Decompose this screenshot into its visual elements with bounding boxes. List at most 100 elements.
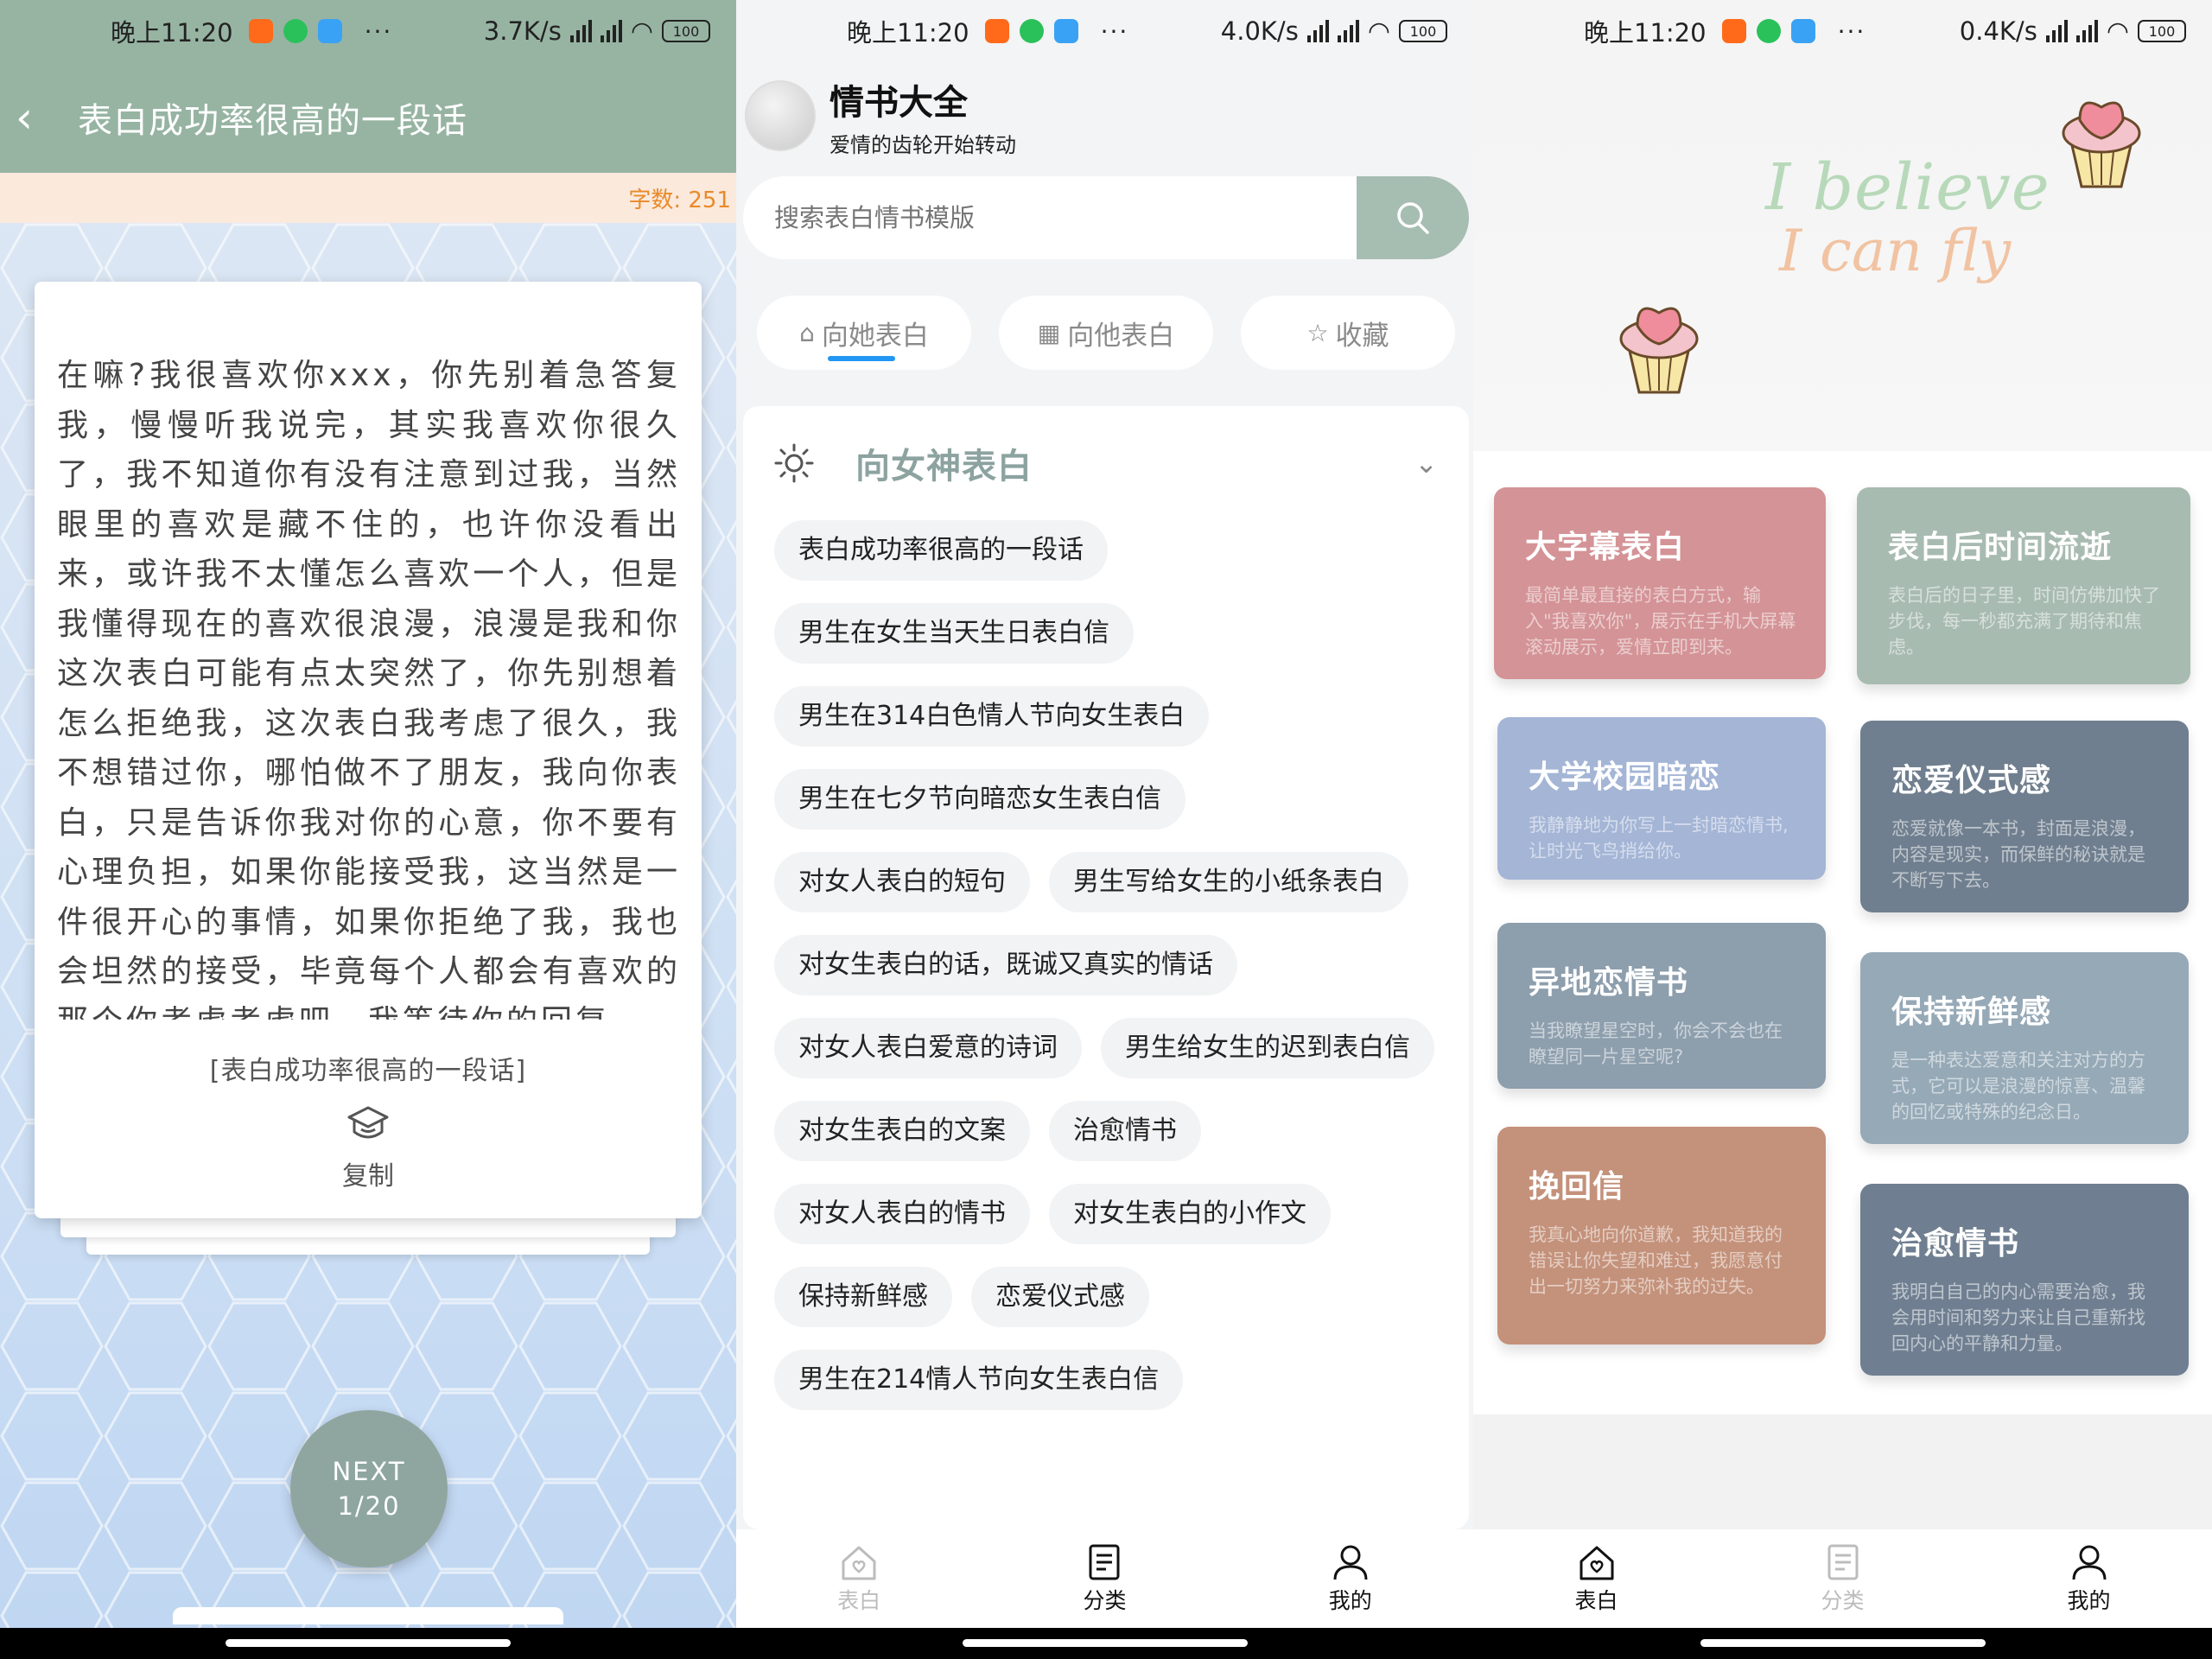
card-title: 表白后时间流逝: [1888, 530, 2113, 565]
app-notify-icon: [1790, 19, 1815, 43]
category-card[interactable]: 挽回信 我真心地向你道歉，我知道我的错误让你失望和难过，我愿意付出一切努力来弥补…: [1497, 1127, 1826, 1344]
wechat-icon: [1019, 19, 1044, 43]
category-card[interactable]: 恋爱仪式感 恋爱就像一本书，封面是浪漫，内容是现实，而保鲜的秘诀就是不断写下去。: [1860, 721, 2189, 912]
topic-chip[interactable]: 男生在七夕节向暗恋女生表白信: [774, 769, 1185, 830]
letter-card: 在嘛?我很喜欢你xxx，你先别着急答复我，慢慢听我说完，其实我喜欢你很久了，我不…: [35, 282, 702, 1218]
topic-chip[interactable]: 男生在214情人节向女生表白信: [774, 1350, 1184, 1410]
detail-screen: 晚上11:20 ··· 3.7K/s ◠ 100 ‹ 表白成功率很高的一段话 字…: [0, 0, 736, 1659]
category-card[interactable]: 表白后时间流逝 表白后的日子里，时间仿佛加快了步伐，每一秒都充满了期待和焦虑。: [1857, 487, 2190, 684]
search-bar: [743, 176, 1469, 259]
card-desc: 我静静地为你写上一封暗恋情书,让时光飞鸟捎给你。: [1529, 815, 1789, 861]
topic-chip[interactable]: 表白成功率很高的一段话: [774, 520, 1108, 581]
nav-mine[interactable]: 我的: [1264, 1542, 1437, 1615]
nav-label: 表白: [1574, 1588, 1618, 1613]
cupcake-icon: [1619, 307, 1699, 394]
bottom-nav: 表白 分类 我的: [736, 1529, 1473, 1628]
status-bar: 晚上11:20 ··· 4.0K/s ◠ 100: [736, 0, 1473, 62]
topic-chip[interactable]: 男生写给女生的小纸条表白: [1049, 852, 1408, 912]
home-icon: ⌂: [799, 318, 815, 347]
card-title: 治愈情书: [1891, 1226, 2020, 1262]
topic-chip[interactable]: 恋爱仪式感: [971, 1267, 1149, 1327]
app-title: 情书大全: [830, 82, 968, 123]
tab-favorites[interactable]: ☆ 收藏: [1241, 296, 1455, 370]
banner-text: I believe: [1765, 150, 2050, 225]
letter-caption: [表白成功率很高的一段话]: [209, 1056, 527, 1086]
signal-icon: [600, 20, 622, 42]
system-nav-bar: [0, 1628, 736, 1659]
card-desc: 我明白自己的内心需要治愈，我会用时间和努力来让自己重新找回内心的平静和力量。: [1891, 1281, 2145, 1354]
topic-chip[interactable]: 对女生表白的话，既诚又真实的情话: [774, 935, 1237, 995]
signal-icon: [1337, 20, 1359, 42]
topic-chip[interactable]: 对女生表白的文案: [774, 1101, 1030, 1161]
letter-body: 在嘛?我很喜欢你xxx，你先别着急答复我，慢慢听我说完，其实我喜欢你很久了，我不…: [57, 358, 681, 1020]
user-icon: [2072, 1545, 2106, 1580]
page-indicator: 1/20: [337, 1491, 401, 1521]
nav-confess[interactable]: 表白: [772, 1542, 945, 1615]
wifi-icon: ◠: [630, 16, 653, 47]
signal-icon: [2075, 20, 2098, 42]
category-card[interactable]: 异地恋情书 当我瞭望星空时，你会不会也在瞭望同一片星空呢?: [1497, 923, 1826, 1089]
signal-icon: [569, 20, 592, 42]
back-arrow-icon[interactable]: ‹: [16, 92, 59, 143]
nav-label: 表白: [837, 1588, 881, 1613]
copy-icon[interactable]: [346, 1103, 391, 1147]
section-header[interactable]: 向女神表白 ⌄: [743, 406, 1469, 520]
bottom-nav: 表白 分类 我的: [1473, 1529, 2212, 1628]
star-icon: ☆: [1306, 318, 1329, 347]
list-icon: [1089, 1544, 1120, 1580]
signal-icon: [1306, 20, 1329, 42]
nav-label: 分类: [1821, 1588, 1865, 1613]
battery-icon: 100: [1399, 20, 1447, 42]
copy-button[interactable]: 复制: [35, 1154, 702, 1192]
home-heart-icon: [842, 1546, 876, 1580]
word-count: 字数: 251: [628, 187, 731, 213]
category-card[interactable]: 大字幕表白 最简单最直接的表白方式，输入"我喜欢你"，展示在手机大屏幕滚动展示，…: [1494, 487, 1826, 679]
category-card[interactable]: 大学校园暗恋 我静静地为你写上一封暗恋情书,让时光飞鸟捎给你。: [1497, 717, 1826, 880]
topic-chip[interactable]: 对女人表白的短句: [774, 852, 1030, 912]
chevron-down-icon[interactable]: ⌄: [1414, 447, 1438, 480]
more-notifications-icon: ···: [364, 16, 393, 46]
topic-chip[interactable]: 男生给女生的迟到表白信: [1101, 1018, 1434, 1078]
next-button[interactable]: NEXT 1/20: [290, 1410, 448, 1567]
topic-chip[interactable]: 保持新鲜感: [774, 1267, 952, 1327]
home-indicator[interactable]: [962, 1639, 1248, 1647]
network-speed: 0.4K/s: [1959, 16, 2037, 46]
home-indicator[interactable]: [226, 1639, 511, 1647]
tab-to-her[interactable]: ⌂ 向她表白: [757, 296, 971, 370]
topic-chip[interactable]: 对女人表白爱意的诗词: [774, 1018, 1082, 1078]
next-label: NEXT: [332, 1457, 406, 1486]
category-card[interactable]: 保持新鲜感 是一种表达爱意和关注对方的方式，它可以是浪漫的惊喜、温馨的回忆或特殊…: [1860, 952, 2189, 1144]
battery-icon: 100: [2138, 20, 2186, 42]
app-notify-icon: [317, 19, 342, 43]
home-screen: 晚上11:20 ··· 4.0K/s ◠ 100 情书大全 爱情的齿轮开始转动: [736, 0, 1473, 1659]
category-card[interactable]: 治愈情书 我明白自己的内心需要治愈，我会用时间和努力来让自己重新找回内心的平静和…: [1860, 1184, 2189, 1376]
card-title: 保持新鲜感: [1891, 995, 2052, 1030]
topic-chip[interactable]: 对女生表白的小作文: [1049, 1184, 1331, 1244]
mi-app-icon: [984, 19, 1009, 43]
card-title: 恋爱仪式感: [1891, 763, 2052, 798]
avatar[interactable]: [745, 80, 816, 151]
nav-mine[interactable]: 我的: [2003, 1542, 2176, 1615]
wechat-icon: [283, 19, 308, 43]
topic-chip[interactable]: 男生在女生当天生日表白信: [774, 603, 1134, 664]
nav-label: 我的: [2067, 1588, 2111, 1613]
search-input[interactable]: [743, 176, 1357, 259]
nav-category[interactable]: 分类: [1757, 1542, 1929, 1615]
banner: I believe I can fly: [1473, 62, 2212, 451]
card-desc: 最简单最直接的表白方式，输入"我喜欢你"，展示在手机大屏幕滚动展示，爱情立即到来…: [1525, 585, 1796, 658]
home-indicator[interactable]: [1700, 1639, 1986, 1647]
nav-confess[interactable]: 表白: [1510, 1542, 1683, 1615]
topic-chip[interactable]: 对女人表白的情书: [774, 1184, 1030, 1244]
card-desc: 是一种表达爱意和关注对方的方式，它可以是浪漫的惊喜、温馨的回忆或特殊的纪念日。: [1891, 1050, 2145, 1122]
nav-label: 分类: [1083, 1588, 1127, 1613]
search-button[interactable]: [1357, 176, 1469, 259]
tab-bar: ⌂ 向她表白 ▦ 向他表白 ☆ 收藏: [757, 296, 1459, 370]
home-heart-icon: [1580, 1546, 1613, 1580]
nav-category[interactable]: 分类: [1018, 1542, 1191, 1615]
list-icon: [1827, 1544, 1858, 1580]
active-tab-indicator: [828, 356, 895, 361]
tab-to-him[interactable]: ▦ 向他表白: [999, 296, 1213, 370]
topic-chip[interactable]: 男生在314白色情人节向女生表白: [774, 686, 1210, 747]
section-panel: 向女神表白 ⌄ 表白成功率很高的一段话 男生在女生当天生日表白信男生在314白色情…: [743, 406, 1469, 1529]
topic-chip[interactable]: 治愈情书: [1049, 1101, 1201, 1161]
